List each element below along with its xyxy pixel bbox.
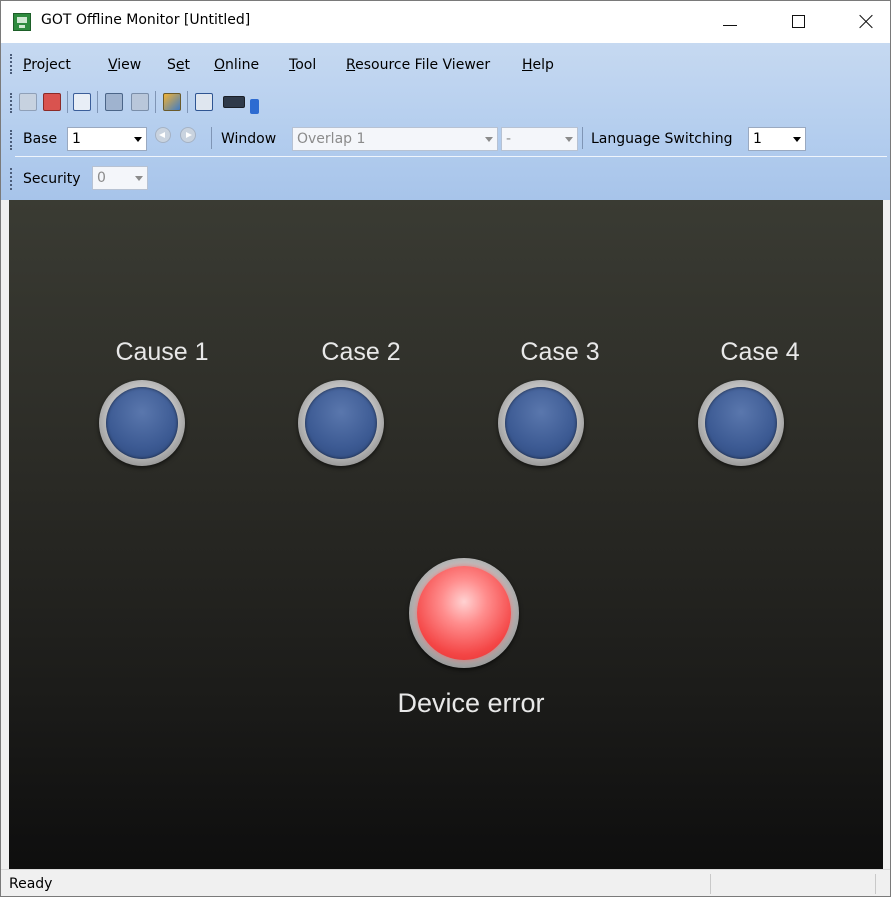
toolbar-grip[interactable] [10,93,15,113]
lamp-case-4[interactable] [698,380,784,466]
base-label: Base [23,131,58,147]
app-window: GOT Offline Monitor [Untitled] Project V… [0,0,891,897]
security-toolbar: Security 0 [1,158,171,198]
next-screen-button[interactable] [180,127,196,143]
menu-project[interactable]: Project [23,57,71,73]
toolbar-separator [97,91,98,113]
lamp-label-case-4: Case 4 [720,338,800,366]
chevron-down-icon [485,137,493,142]
status-divider [710,874,711,894]
lamp-case-2[interactable] [298,380,384,466]
menu-online[interactable]: Online [214,57,259,73]
chevron-down-icon [565,137,573,142]
toolbar-separator [187,91,188,113]
language-switching-label: Language Switching [591,131,733,147]
icon-toolbar [1,83,331,121]
toolbar-grip[interactable] [10,130,15,150]
window-select[interactable]: Overlap 1 [292,127,498,151]
device-error-lamp[interactable] [409,558,519,668]
toolbar-separator [67,91,68,113]
resource-icon[interactable] [163,93,181,111]
status-divider [875,874,876,894]
base-select[interactable]: 1 [67,127,147,151]
chevron-down-icon [134,137,142,142]
language-switching-select[interactable]: 1 [748,127,806,151]
maximize-button[interactable] [775,1,821,43]
lamp-label-case-3: Case 3 [520,338,600,366]
search-screen-red-icon[interactable] [43,93,61,111]
menu-set[interactable]: Set [167,57,190,73]
window-label: Window [221,131,277,147]
monitor-config-icon[interactable] [105,93,123,111]
device-search-icon[interactable] [73,93,91,111]
device-error-label: Device error [397,688,545,718]
window-sub-select[interactable]: - [501,127,578,151]
toolbar-separator [582,127,583,149]
chevron-down-icon [793,137,801,142]
lamp-label-case-2: Case 2 [321,338,401,366]
security-label: Security [23,171,81,187]
toolbar-divider [15,156,887,157]
title-bar[interactable]: GOT Offline Monitor [Untitled] [1,1,890,43]
screen-search-icon[interactable] [195,93,213,111]
toolbar-options-icon[interactable] [250,99,259,114]
toolbar-area: Project View Set Online Tool Resource Fi… [1,43,890,200]
lamp-cause-1[interactable] [99,380,185,466]
chevron-down-icon [135,176,143,181]
status-bar: Ready [1,869,890,896]
menu-help[interactable]: Help [522,57,554,73]
toolbar-grip[interactable] [10,168,15,190]
lamp-label-cause-1: Cause 1 [115,338,209,366]
previous-screen-button[interactable] [155,127,171,143]
menu-view[interactable]: View [108,57,141,73]
security-select[interactable]: 0 [92,166,148,190]
menu-bar: Project View Set Online Tool Resource Fi… [1,43,890,83]
close-button[interactable] [844,1,890,43]
status-text: Ready [9,876,53,892]
screen-toolbar: Base 1 Window Overlap 1 - Language Switc… [1,121,890,158]
keyboard-icon[interactable] [223,96,245,108]
menu-resource-file-viewer[interactable]: Resource File Viewer [346,57,490,73]
monitor-screen[interactable]: Cause 1 Case 2 Case 3 Case 4 Device erro… [9,200,883,869]
app-monitor-icon[interactable] [13,13,31,31]
toolbar-separator [155,91,156,113]
toolbar-separator [211,127,212,149]
monitor-config-2-icon[interactable] [131,93,149,111]
menubar-grip[interactable] [10,54,15,74]
lamp-case-3[interactable] [498,380,584,466]
menu-tool[interactable]: Tool [289,57,316,73]
search-screen-icon[interactable] [19,93,37,111]
minimize-button[interactable] [706,1,752,43]
window-title: GOT Offline Monitor [Untitled] [41,12,251,28]
